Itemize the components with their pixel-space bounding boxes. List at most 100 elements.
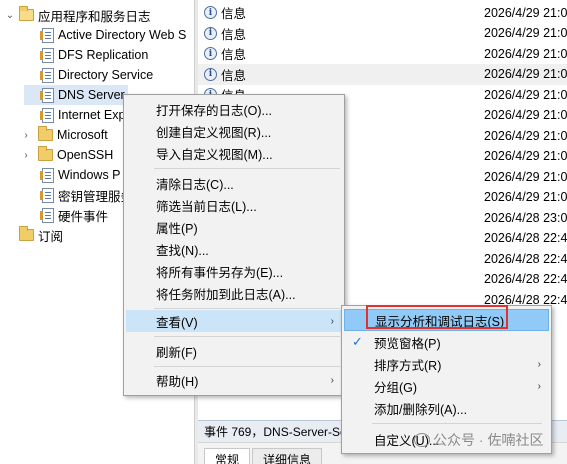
expand-arrow-icon[interactable]: › (20, 145, 32, 165)
menu-item-attach-task[interactable]: 将任务附加到此日志(A)... (126, 282, 342, 304)
tree-item-label: OpenSSH (57, 148, 114, 162)
menu-separator (154, 308, 340, 309)
tab-general[interactable]: 常规 (204, 448, 251, 464)
tree-item-label: Microsoft (57, 128, 108, 142)
menu-item-label: 清除日志(C)... (156, 177, 234, 192)
event-log-icon (40, 167, 54, 183)
info-icon: i (204, 6, 217, 19)
log-context-menu: 打开保存的日志(O)... 创建自定义视图(R)... 导入自定义视图(M)..… (123, 94, 345, 396)
event-log-icon (40, 47, 54, 63)
folder-icon (38, 146, 53, 161)
menu-item-label: 排序方式(R) (374, 358, 442, 373)
event-log-icon (40, 87, 54, 103)
menu-item-label: 查找(N)... (156, 243, 209, 258)
tree-item-directory-service[interactable]: Directory Service (24, 65, 153, 85)
menu-item-create-custom-view[interactable]: 创建自定义视图(R)... (126, 120, 342, 142)
folder-icon (38, 126, 53, 141)
tree-item-label: 密钥管理服务 (58, 189, 134, 204)
menu-item-filter-current-log[interactable]: 筛选当前日志(L)... (126, 194, 342, 216)
submenu-arrow-icon: › (330, 315, 334, 327)
tree-item-windows-powershell[interactable]: Windows P (24, 165, 121, 185)
menu-item-view[interactable]: 查看(V) › (126, 310, 342, 332)
event-level: 信息 (221, 68, 247, 83)
tree-item-ad-web-services[interactable]: Active Directory Web S (24, 25, 186, 45)
tree-item-key-management[interactable]: 密钥管理服务 (24, 185, 133, 205)
menu-item-add-remove-columns[interactable]: 添加/删除列(A)... (344, 397, 549, 419)
submenu-arrow-icon: › (537, 380, 541, 392)
menu-item-properties[interactable]: 属性(P) (126, 216, 342, 238)
menu-item-label: 筛选当前日志(L)... (156, 199, 257, 214)
info-icon: i (204, 47, 217, 60)
collapse-arrow-icon[interactable]: ⌄ (4, 5, 16, 25)
tree-node-label: 订阅 (38, 229, 64, 244)
menu-item-label: 刷新(F) (156, 345, 197, 360)
menu-item-open-saved-log[interactable]: 打开保存的日志(O)... (126, 98, 342, 120)
event-row[interactable]: i 信息 2026/4/29 21:0 (198, 23, 567, 44)
event-row[interactable]: i 信息 2026/4/29 21:0 (198, 43, 567, 64)
event-datetime: 2026/4/29 21:0 (484, 190, 567, 204)
tree-item-hardware-events[interactable]: 硬件事件 (24, 205, 108, 225)
tree-item-label: Windows P (58, 168, 121, 182)
tree-item-dfs-replication[interactable]: DFS Replication (24, 45, 148, 65)
event-row[interactable]: i 信息 2026/4/29 21:0 (198, 63, 567, 85)
menu-item-group-by[interactable]: 分组(G) › (344, 375, 549, 397)
menu-item-label: 将任务附加到此日志(A)... (156, 287, 296, 302)
tree-item-label: DFS Replication (58, 48, 149, 62)
menu-item-help[interactable]: 帮助(H) › (126, 369, 342, 391)
event-datetime: 2026/4/29 21:0 (484, 169, 567, 184)
tree-item-label: Directory Service (58, 68, 154, 82)
tree-item-label: Internet Exp (58, 108, 126, 122)
menu-separator (154, 366, 340, 367)
info-icon: i (204, 26, 217, 40)
event-datetime: 2026/4/28 22:4 (484, 251, 567, 266)
tree-item-dns-server[interactable]: DNS Server (24, 85, 128, 105)
menu-item-label: 查看(V) (156, 315, 198, 330)
event-log-icon (40, 107, 54, 123)
menu-item-find[interactable]: 查找(N)... (126, 238, 342, 260)
submenu-arrow-icon: › (537, 358, 541, 370)
menu-item-save-all-events[interactable]: 将所有事件另存为(E)... (126, 260, 342, 282)
event-datetime: 2026/4/28 22:4 (484, 231, 567, 245)
menu-item-label: 属性(P) (156, 221, 198, 236)
tree-item-internet-explorer[interactable]: Internet Exp (24, 105, 125, 125)
event-level: 信息 (221, 48, 247, 62)
checkmark-icon: ✓ (352, 334, 363, 349)
tab-details[interactable]: 详细信息 (252, 448, 323, 464)
menu-item-clear-log[interactable]: 清除日志(C)... (126, 172, 342, 194)
expand-arrow-icon[interactable]: › (20, 125, 32, 145)
menu-separator (154, 336, 340, 337)
tree-item-openssh[interactable]: › OpenSSH (20, 145, 113, 165)
event-level: 信息 (221, 27, 247, 42)
event-level: 信息 (221, 7, 247, 21)
folder-open-icon (19, 6, 34, 21)
menu-item-import-custom-view[interactable]: 导入自定义视图(M)... (126, 142, 342, 164)
tree-node-label: 应用程序和服务日志 (38, 9, 151, 24)
event-datetime: 2026/4/29 21:0 (484, 67, 567, 81)
event-datetime: 2026/4/28 23:0 (484, 210, 567, 225)
menu-item-label: 帮助(H) (156, 374, 199, 389)
event-log-icon (40, 27, 54, 43)
event-datetime: 2026/4/29 21:0 (484, 128, 567, 143)
tree-node-subscriptions[interactable]: 订阅 (4, 225, 63, 245)
menu-item-preview-pane[interactable]: ✓ 预览窗格(P) (344, 331, 549, 353)
event-log-icon (40, 67, 54, 83)
menu-item-label: 将所有事件另存为(E)... (156, 265, 284, 280)
menu-item-refresh[interactable]: 刷新(F) (126, 340, 342, 362)
subscriptions-icon (19, 226, 34, 241)
tree-item-label: 硬件事件 (58, 209, 109, 224)
watermark: 公众号 · 佐喃社区 (414, 430, 543, 450)
menu-item-label: 预览窗格(P) (374, 336, 441, 351)
menu-item-label: 创建自定义视图(R)... (156, 125, 272, 140)
menu-item-show-analytic-debug-logs[interactable]: 显示分析和调试日志(S) (344, 309, 549, 331)
menu-item-label: 显示分析和调试日志(S) (375, 314, 505, 329)
event-row[interactable]: i 信息 2026/4/29 21:0 (198, 2, 567, 23)
event-datetime: 2026/4/29 21:0 (484, 46, 567, 61)
event-datetime: 2026/4/29 21:0 (484, 108, 567, 122)
menu-item-sort-by[interactable]: 排序方式(R) › (344, 353, 549, 375)
event-log-icon (40, 187, 54, 203)
info-icon: i (204, 67, 217, 81)
tree-node-app-services-logs[interactable]: ⌄ 应用程序和服务日志 (4, 5, 151, 25)
event-datetime: 2026/4/29 21:0 (484, 26, 567, 40)
tree-item-microsoft[interactable]: › Microsoft (20, 125, 108, 145)
watermark-text: 公众号 · 佐喃社区 (433, 432, 544, 448)
